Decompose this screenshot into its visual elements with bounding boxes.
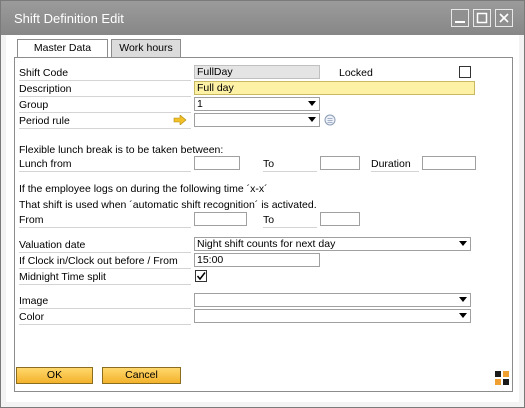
locked-label: Locked (339, 67, 373, 79)
lunch-to-underline (263, 171, 317, 172)
image-select[interactable] (194, 293, 471, 307)
chevron-down-icon (308, 101, 316, 106)
maximize-icon (476, 12, 488, 24)
duration-underline (371, 171, 419, 172)
period-rule-label: Period rule (19, 115, 70, 127)
midnight-underline (19, 284, 191, 285)
lunch-from-label: Lunch from (19, 158, 72, 170)
description-field[interactable]: Full day (194, 81, 475, 95)
minimize-icon (455, 21, 465, 23)
tab-work-hours[interactable]: Work hours (111, 39, 181, 57)
group-label: Group (19, 99, 49, 111)
lunch-to-field[interactable] (320, 156, 360, 170)
tab-master-data[interactable]: Master Data (17, 39, 108, 58)
group-select[interactable]: 1 (194, 97, 320, 111)
recognition-to-field[interactable] (320, 212, 360, 226)
tab-work-hours-label: Work hours (119, 42, 173, 54)
lunch-from-underline (19, 171, 191, 172)
tab-master-data-label: Master Data (33, 42, 92, 54)
duration-label: Duration (371, 158, 411, 170)
midnight-label: Midnight Time split (19, 271, 106, 283)
valuation-date-label: Valuation date (19, 239, 86, 251)
maximize-button[interactable] (473, 9, 491, 27)
from-label: From (19, 214, 44, 226)
valuation-date-underline (19, 252, 191, 253)
chevron-down-icon (459, 313, 467, 318)
chevron-down-icon (308, 117, 316, 122)
recognition-to-label: To (263, 214, 275, 226)
description-underline (19, 96, 191, 97)
clock-label: If Clock in/Clock out before / From (19, 255, 178, 267)
duration-field[interactable] (422, 156, 476, 170)
from-underline (19, 227, 191, 228)
locked-checkbox[interactable] (459, 66, 471, 78)
lunch-from-field[interactable] (194, 156, 240, 170)
ok-button-label: OK (46, 369, 63, 381)
color-select[interactable] (194, 309, 471, 323)
clock-underline (19, 268, 191, 269)
image-underline (19, 308, 191, 309)
recognition-text-2: That shift is used when ´automatic shift… (19, 199, 317, 211)
title-bar[interactable]: Shift Definition Edit (1, 1, 524, 35)
chevron-down-icon (459, 241, 467, 246)
checkmark-icon (196, 272, 206, 281)
link-arrow-icon[interactable] (173, 115, 187, 125)
cancel-button[interactable]: Cancel (102, 367, 181, 384)
close-icon (499, 13, 509, 23)
description-label: Description (19, 83, 72, 95)
period-rule-select[interactable] (194, 113, 320, 127)
close-button[interactable] (495, 9, 513, 27)
color-label: Color (19, 311, 45, 323)
valuation-date-value: Night shift counts for next day (197, 238, 336, 250)
clock-field[interactable]: 15:00 (194, 253, 320, 267)
valuation-date-select[interactable]: Night shift counts for next day (194, 237, 471, 251)
image-label: Image (19, 295, 49, 307)
sap-brand-icon (495, 371, 509, 385)
minimize-button[interactable] (451, 9, 469, 27)
recognition-to-underline (263, 227, 317, 228)
group-underline (19, 112, 191, 113)
cancel-button-label: Cancel (125, 369, 158, 381)
list-icon[interactable] (324, 114, 336, 126)
ok-button[interactable]: OK (16, 367, 93, 384)
color-underline (19, 324, 191, 325)
midnight-checkbox[interactable] (195, 270, 207, 282)
shift-code-underline (19, 80, 191, 81)
chevron-down-icon (459, 297, 467, 302)
from-field[interactable] (194, 212, 247, 226)
dialog-window: Shift Definition Edit Master Data Work h… (0, 0, 525, 408)
lunch-to-label: To (263, 158, 275, 170)
group-select-value: 1 (197, 98, 203, 110)
recognition-text-1: If the employee logs on during the follo… (19, 183, 268, 195)
break-heading: Flexible lunch break is to be taken betw… (19, 144, 224, 156)
window-title: Shift Definition Edit (14, 11, 124, 26)
shift-code-label: Shift Code (19, 67, 69, 79)
shift-code-field[interactable]: FullDay (194, 65, 320, 79)
period-rule-underline (19, 128, 191, 129)
